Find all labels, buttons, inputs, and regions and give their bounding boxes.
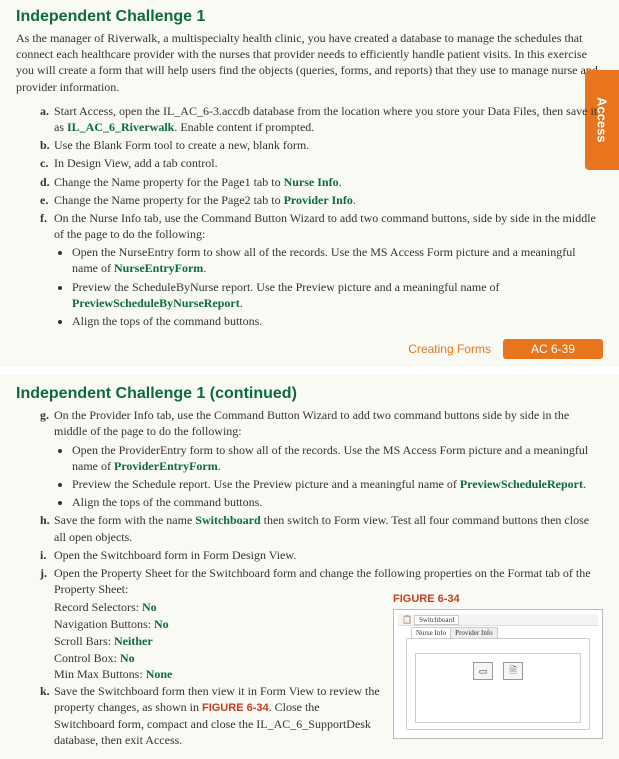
prop-record-selectors: Record Selectors: No <box>54 599 381 616</box>
steps-list-3: k. Save the Switchboard form then view i… <box>16 683 381 748</box>
step-c: c.In Design View, add a tab control. <box>40 155 603 171</box>
prop-value: None <box>146 667 173 681</box>
name-nurseentryform: NurseEntryForm <box>114 261 203 275</box>
name-switchboard: Switchboard <box>195 513 260 527</box>
heading-2: Independent Challenge 1 (continued) <box>16 385 603 403</box>
step-g2-text: Preview the Schedule report. Use the Pre… <box>72 477 460 491</box>
step-g-text: On the Provider Info tab, use the Comman… <box>54 408 569 438</box>
step-a-suffix: . Enable content if prompted. <box>174 120 314 134</box>
step-f3: Align the tops of the command buttons. <box>72 313 603 329</box>
step-g3-text: Align the tops of the command buttons. <box>72 495 262 509</box>
figure-tab-provider: Provider Info <box>450 627 498 638</box>
footer-page-badge: AC 6-39 <box>503 339 603 359</box>
section-challenge-1: Access Independent Challenge 1 As the ma… <box>0 0 619 367</box>
step-b: b.Use the Blank Form tool to create a ne… <box>40 137 603 153</box>
figure-title-text: Switchboard <box>414 615 459 625</box>
tab-provider-info: Provider Info <box>284 193 353 207</box>
footer-chapter-label: Creating Forms <box>408 342 491 356</box>
step-f2: Preview the ScheduleByNurse report. Use … <box>72 279 603 311</box>
page-footer: Creating Forms AC 6-39 <box>16 339 603 359</box>
step-f: f.On the Nurse Info tab, use the Command… <box>40 210 603 329</box>
prop-label: Navigation Buttons: <box>54 617 154 631</box>
step-g3: Align the tops of the command buttons. <box>72 494 603 510</box>
step-g: g.On the Provider Info tab, use the Comm… <box>40 407 603 510</box>
figure-ref: FIGURE 6-34 <box>202 702 269 714</box>
prop-label: Record Selectors: <box>54 600 142 614</box>
step-f-sublist: Open the NurseEntry form to show all of … <box>54 244 603 329</box>
step-f3-text: Align the tops of the command buttons. <box>72 314 262 328</box>
step-f-text: On the Nurse Info tab, use the Command B… <box>54 211 596 241</box>
name-previewschedulebynurse: PreviewScheduleByNurseReport <box>72 296 240 310</box>
step-f1-suffix: . <box>203 261 206 275</box>
step-c-text: In Design View, add a tab control. <box>54 156 218 170</box>
step-k: k. Save the Switchboard form then view i… <box>40 683 381 748</box>
step-g2-suffix: . <box>583 477 586 491</box>
steps-list-1: a. Start Access, open the IL_AC_6-3.accd… <box>16 103 603 329</box>
property-list: Record Selectors: No Navigation Buttons:… <box>16 599 381 683</box>
prop-value: Neither <box>114 634 153 648</box>
step-e: e. Change the Name property for the Page… <box>40 192 603 208</box>
tab-nurse-info: Nurse Info <box>284 175 339 189</box>
figure-body: 📋 Switchboard Nurse InfoProvider Info ▭ … <box>393 609 603 739</box>
step-g2: Preview the Schedule report. Use the Pre… <box>72 476 603 492</box>
prop-label: Min Max Buttons: <box>54 667 146 681</box>
prop-value: No <box>120 651 135 665</box>
prop-label: Control Box: <box>54 651 120 665</box>
step-i-text: Open the Switchboard form in Form Design… <box>54 548 296 562</box>
name-previewschedulereport: PreviewScheduleReport <box>460 477 583 491</box>
prop-min-max-buttons: Min Max Buttons: None <box>54 666 381 683</box>
prop-label: Scroll Bars: <box>54 634 114 648</box>
section-challenge-1-cont: Independent Challenge 1 (continued) g.On… <box>0 375 619 758</box>
step-g1: Open the ProviderEntry form to show all … <box>72 442 603 474</box>
figure-tabs: Nurse InfoProvider Info <box>411 629 497 637</box>
step-j-text: Open the Property Sheet for the Switchbo… <box>54 566 591 596</box>
step-f2-text: Preview the ScheduleByNurse report. Use … <box>72 280 500 294</box>
step-b-text: Use the Blank Form tool to create a new,… <box>54 138 309 152</box>
figure-tab-content: ▭ 🗎 <box>415 653 581 723</box>
intro-paragraph: As the manager of Riverwalk, a multispec… <box>16 30 603 95</box>
name-providerentryform: ProviderEntryForm <box>114 459 218 473</box>
figure-form-button-icon: ▭ <box>473 662 493 680</box>
step-g-sublist: Open the ProviderEntry form to show all … <box>54 442 603 511</box>
step-j: j.Open the Property Sheet for the Switch… <box>40 565 603 597</box>
figure-tab-nurse: Nurse Info <box>411 627 451 638</box>
steps-list-2: g.On the Provider Info tab, use the Comm… <box>16 407 603 597</box>
prop-navigation-buttons: Navigation Buttons: No <box>54 616 381 633</box>
step-d-suffix: . <box>339 175 342 189</box>
figure-6-34: FIGURE 6-34 📋 Switchboard Nurse InfoProv… <box>393 593 603 750</box>
figure-preview-button-icon: 🗎 <box>503 662 523 680</box>
step-h: h. Save the form with the name Switchboa… <box>40 512 603 544</box>
step-f2-suffix: . <box>240 296 243 310</box>
prop-value: No <box>142 600 157 614</box>
step-a: a. Start Access, open the IL_AC_6-3.accd… <box>40 103 603 135</box>
step-i: i.Open the Switchboard form in Form Desi… <box>40 547 603 563</box>
step-d-text: Change the Name property for the Page1 t… <box>54 175 284 189</box>
prop-value: No <box>154 617 169 631</box>
step-e-text: Change the Name property for the Page2 t… <box>54 193 284 207</box>
heading-1: Independent Challenge 1 <box>16 8 603 26</box>
prop-scroll-bars: Scroll Bars: Neither <box>54 633 381 650</box>
figure-titlebar: 📋 Switchboard <box>398 614 598 626</box>
step-h-text: Save the form with the name <box>54 513 195 527</box>
step-d: d. Change the Name property for the Page… <box>40 174 603 190</box>
filename-riverwalk: IL_AC_6_Riverwalk <box>67 120 174 134</box>
step-g1-suffix: . <box>218 459 221 473</box>
step-e-suffix: . <box>353 193 356 207</box>
prop-control-box: Control Box: No <box>54 650 381 667</box>
step-f1: Open the NurseEntry form to show all of … <box>72 244 603 276</box>
figure-form-area: Nurse InfoProvider Info ▭ 🗎 <box>406 638 590 730</box>
